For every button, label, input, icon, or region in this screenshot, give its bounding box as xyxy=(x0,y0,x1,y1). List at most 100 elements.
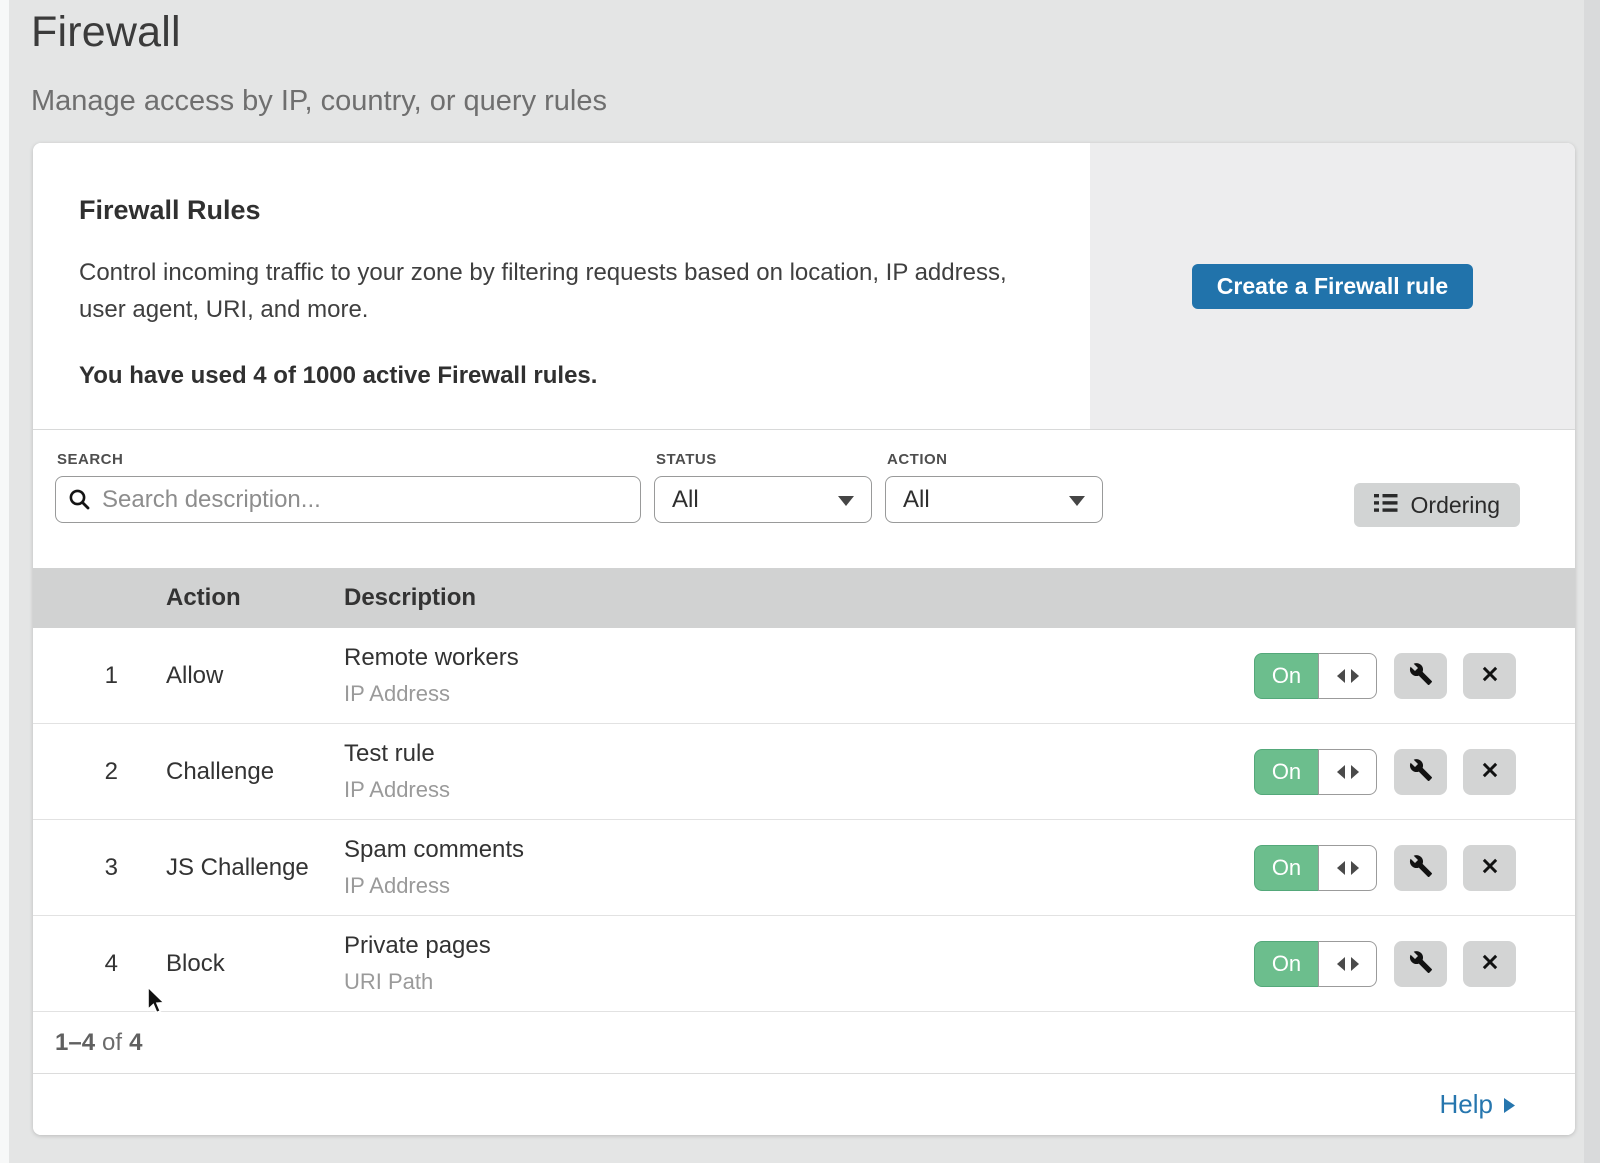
create-firewall-rule-button[interactable]: Create a Firewall rule xyxy=(1192,264,1473,309)
rule-toggle[interactable]: On xyxy=(1254,941,1377,987)
window-right-edge xyxy=(1584,0,1600,1163)
toggle-handle-icon xyxy=(1318,941,1377,987)
column-action: Action xyxy=(166,584,344,612)
ordering-list-icon xyxy=(1374,492,1398,519)
wrench-icon xyxy=(1409,758,1433,785)
firewall-rules-card: Firewall Rules Control incoming traffic … xyxy=(33,143,1575,1135)
rule-description: Private pages xyxy=(344,932,1253,960)
rule-toggle[interactable]: On xyxy=(1254,845,1377,891)
rule-controls: On xyxy=(1253,653,1575,699)
chevron-down-icon xyxy=(838,486,854,514)
rule-action: Allow xyxy=(166,662,344,690)
table-header: Action Description xyxy=(33,568,1575,628)
close-icon xyxy=(1479,855,1501,880)
page-header: Firewall Manage access by IP, country, o… xyxy=(31,8,607,118)
delete-rule-button[interactable] xyxy=(1463,653,1516,699)
search-icon xyxy=(68,488,91,516)
column-description: Description xyxy=(344,584,1253,612)
filter-bar: SEARCH STATUS All ACTION All xyxy=(33,430,1575,568)
search-label: SEARCH xyxy=(57,451,641,468)
overview-heading: Firewall Rules xyxy=(79,195,1044,226)
pagination-range: 1–4 xyxy=(55,1029,95,1057)
edit-rule-button[interactable] xyxy=(1394,653,1447,699)
toggle-handle-icon xyxy=(1318,653,1377,699)
rule-match-type: URI Path xyxy=(344,969,1253,995)
create-rule-panel: Create a Firewall rule xyxy=(1090,143,1575,429)
rule-action: Challenge xyxy=(166,758,344,786)
wrench-icon xyxy=(1409,662,1433,689)
rule-number: 1 xyxy=(33,662,118,690)
status-label: STATUS xyxy=(656,451,872,468)
search-box xyxy=(55,476,641,523)
card-footer: Help xyxy=(33,1074,1575,1135)
toggle-handle-icon xyxy=(1318,845,1377,891)
rule-description: Remote workers xyxy=(344,644,1253,672)
rule-action: JS Challenge xyxy=(166,854,344,882)
rule-controls: On xyxy=(1253,845,1575,891)
wrench-icon xyxy=(1409,950,1433,977)
rule-match-type: IP Address xyxy=(344,681,1253,707)
rule-action: Block xyxy=(166,950,344,978)
status-filter-group: STATUS All xyxy=(654,451,872,523)
rule-description-cell: Spam comments IP Address xyxy=(344,836,1253,899)
toggle-on-label: On xyxy=(1254,941,1319,987)
delete-rule-button[interactable] xyxy=(1463,941,1516,987)
toggle-on-label: On xyxy=(1254,653,1319,699)
pagination: 1–4 of 4 xyxy=(33,1012,1575,1074)
status-select[interactable]: All xyxy=(654,476,872,523)
edit-rule-button[interactable] xyxy=(1394,749,1447,795)
action-select[interactable]: All xyxy=(885,476,1103,523)
toggle-on-label: On xyxy=(1254,749,1319,795)
rule-toggle[interactable]: On xyxy=(1254,653,1377,699)
usage-note: You have used 4 of 1000 active Firewall … xyxy=(79,362,1044,390)
rule-number: 4 xyxy=(33,950,118,978)
search-filter-group: SEARCH xyxy=(55,451,641,523)
rule-toggle[interactable]: On xyxy=(1254,749,1377,795)
close-icon xyxy=(1479,951,1501,976)
rule-description-cell: Test rule IP Address xyxy=(344,740,1253,803)
rule-description: Spam comments xyxy=(344,836,1253,864)
action-label: ACTION xyxy=(887,451,1103,468)
rule-number: 2 xyxy=(33,758,118,786)
rule-controls: On xyxy=(1253,749,1575,795)
ordering-button[interactable]: Ordering xyxy=(1354,483,1520,527)
page-title: Firewall xyxy=(31,8,607,57)
rule-description-cell: Remote workers IP Address xyxy=(344,644,1253,707)
delete-rule-button[interactable] xyxy=(1463,845,1516,891)
rule-controls: On xyxy=(1253,941,1575,987)
rule-description: Test rule xyxy=(344,740,1253,768)
pagination-total: 4 xyxy=(129,1029,142,1057)
rule-number: 3 xyxy=(33,854,118,882)
toggle-on-label: On xyxy=(1254,845,1319,891)
help-link[interactable]: Help xyxy=(1440,1089,1515,1120)
table-row: 1 Allow Remote workers IP Address On xyxy=(33,628,1575,724)
edit-rule-button[interactable] xyxy=(1394,845,1447,891)
status-selected-value: All xyxy=(672,486,699,514)
rule-description-cell: Private pages URI Path xyxy=(344,932,1253,995)
table-row: 4 Block Private pages URI Path On xyxy=(33,916,1575,1012)
rule-match-type: IP Address xyxy=(344,777,1253,803)
help-arrow-icon xyxy=(1504,1089,1515,1120)
ordering-label: Ordering xyxy=(1411,492,1500,519)
table-row: 2 Challenge Test rule IP Address On xyxy=(33,724,1575,820)
action-filter-group: ACTION All xyxy=(885,451,1103,523)
help-label: Help xyxy=(1440,1089,1493,1120)
overview-description: Control incoming traffic to your zone by… xyxy=(79,254,1039,328)
close-icon xyxy=(1479,663,1501,688)
table-row: 3 JS Challenge Spam comments IP Address … xyxy=(33,820,1575,916)
rule-match-type: IP Address xyxy=(344,873,1253,899)
pagination-of: of xyxy=(102,1029,122,1057)
delete-rule-button[interactable] xyxy=(1463,749,1516,795)
page-subtitle: Manage access by IP, country, or query r… xyxy=(31,85,607,118)
edit-rule-button[interactable] xyxy=(1394,941,1447,987)
close-icon xyxy=(1479,759,1501,784)
overview-text: Firewall Rules Control incoming traffic … xyxy=(33,143,1090,429)
overview-section: Firewall Rules Control incoming traffic … xyxy=(33,143,1575,430)
mouse-cursor xyxy=(142,984,168,1023)
wrench-icon xyxy=(1409,854,1433,881)
chevron-down-icon xyxy=(1069,486,1085,514)
window-left-edge xyxy=(0,0,9,1163)
toggle-handle-icon xyxy=(1318,749,1377,795)
action-selected-value: All xyxy=(903,486,930,514)
search-input[interactable] xyxy=(55,476,641,523)
